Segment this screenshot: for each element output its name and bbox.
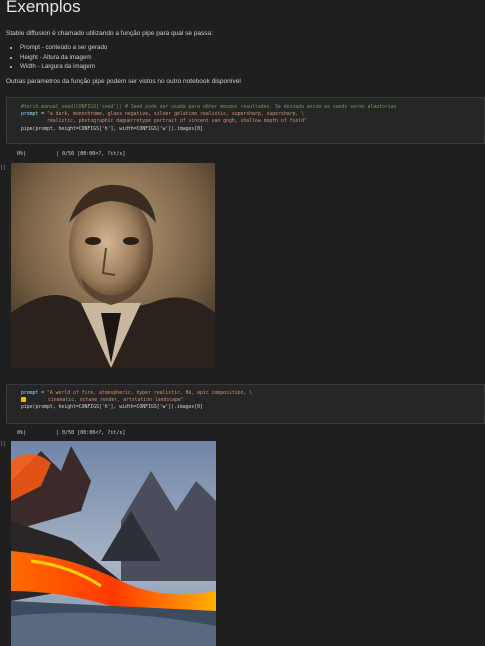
- output-gutter-1[interactable]: []: [0, 165, 6, 171]
- bullet-width: Width - Largura da imagem: [20, 62, 107, 72]
- markdown-outro: Outras parametros da função pipe podem s…: [6, 78, 241, 85]
- bullet-prompt: Prompt - conteúdo a ser gerado: [20, 43, 107, 53]
- code-line-comment: #torch.manual_seed(CONFIGS['seed']) # Se…: [21, 105, 397, 110]
- code-var-prompt: prompt: [21, 391, 39, 396]
- code-cell-2[interactable]: prompt = "A world of fire, atmospheric, …: [6, 384, 485, 424]
- markdown-title: Exemplos: [6, 0, 81, 16]
- output-gutter-2[interactable]: []: [0, 441, 6, 447]
- code-cell-1[interactable]: #torch.manual_seed(CONFIGS['seed']) # Se…: [6, 97, 485, 144]
- progress-output-1: 0%| | 0/50 [00:00<?, ?it/s]: [17, 151, 126, 157]
- lightbulb-icon[interactable]: [21, 397, 26, 403]
- code-assign: =: [38, 112, 47, 118]
- code-string-prompt: "A world of fire, atmospheric, hyper rea…: [47, 391, 253, 396]
- generated-landscape-image: [11, 441, 216, 646]
- code-var-prompt: prompt: [21, 112, 39, 118]
- progress-output-2: 0%| | 0/50 [00:00<?, ?it/s]: [17, 430, 126, 436]
- code-line-pipe-call: pipe(prompt, height=CONFIGS['h'], width=…: [21, 405, 203, 411]
- code-string-prompt-cont: realistic, photographic daguerrotype por…: [47, 119, 307, 125]
- bullet-height: Height - Altura da imagem: [20, 53, 107, 63]
- markdown-intro: Stable diffusion é chamado utilizando a …: [6, 30, 213, 37]
- code-assign: =: [38, 391, 47, 396]
- code-string-prompt: "a dark, monochrome, glass negative, sil…: [47, 112, 305, 118]
- code-line-pipe-call: pipe(prompt, height=CONFIGS['h'], width=…: [21, 126, 203, 132]
- generated-portrait-image: [11, 163, 215, 368]
- markdown-bullet-list: Prompt - conteúdo a ser gerado Height - …: [10, 43, 107, 72]
- code-string-prompt-cont: cinematic, octane render, artstation lan…: [48, 398, 184, 404]
